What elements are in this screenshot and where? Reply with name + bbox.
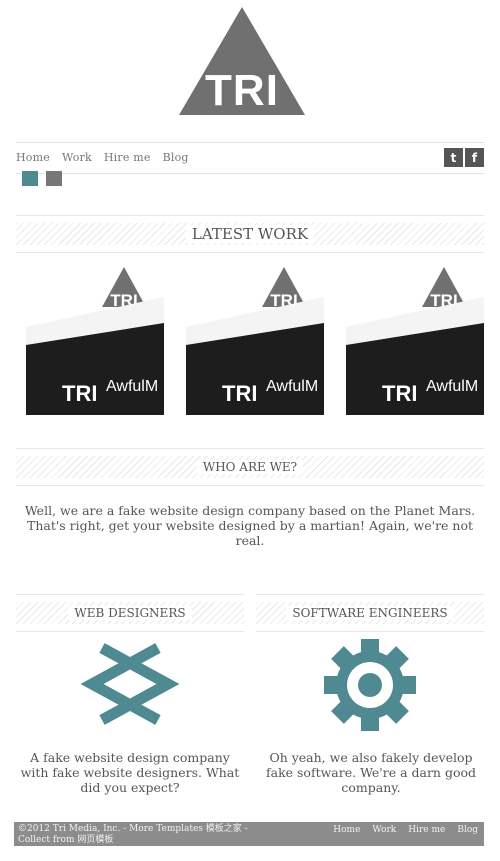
svg-text:AwfulM: AwfulM xyxy=(106,378,158,395)
work-item-2[interactable]: TRI TRI AwfulM xyxy=(186,265,324,415)
nav-blog[interactable]: Blog xyxy=(163,151,189,164)
web-designers-heading: WEB DESIGNERS xyxy=(16,594,244,632)
who-title: WHO ARE WE? xyxy=(196,460,304,474)
site-header: TRI xyxy=(0,0,500,125)
theme-swatch-gray[interactable] xyxy=(46,171,62,186)
work-item-1[interactable]: TRI TRI AwfulM xyxy=(26,265,164,415)
web-designers-title: WEB DESIGNERS xyxy=(68,606,192,620)
nav-work[interactable]: Work xyxy=(62,151,92,164)
software-engineers-text: Oh yeah, we also fakely develop fake sof… xyxy=(265,750,477,795)
who-heading: WHO ARE WE? xyxy=(16,448,484,486)
svg-text:TRI: TRI xyxy=(382,381,417,406)
software-engineers-heading: SOFTWARE ENGINEERS xyxy=(256,594,484,632)
theme-switcher xyxy=(22,171,62,186)
svg-text:AwfulM: AwfulM xyxy=(266,378,318,395)
latest-work-heading: LATEST WORK xyxy=(16,215,484,253)
nav-hire-me[interactable]: Hire me xyxy=(104,151,151,164)
gear-icon xyxy=(323,638,417,736)
nav-home[interactable]: Home xyxy=(16,151,50,164)
footer-nav-home[interactable]: Home xyxy=(333,825,360,835)
logo-text: TRI xyxy=(205,66,279,115)
work-item-3[interactable]: TRI TRI AwfulM xyxy=(346,265,484,415)
web-design-icon xyxy=(78,642,182,730)
svg-text:AwfulM: AwfulM xyxy=(426,378,478,395)
software-engineers-title: SOFTWARE ENGINEERS xyxy=(286,606,454,620)
social-links: t f xyxy=(444,148,484,167)
svg-text:TRI: TRI xyxy=(62,381,97,406)
facebook-icon[interactable]: f xyxy=(465,148,484,167)
footer-nav-blog[interactable]: Blog xyxy=(457,825,478,835)
svg-text:TRI: TRI xyxy=(222,381,257,406)
twitter-icon[interactable]: t xyxy=(444,148,463,167)
footer-nav-hire-me[interactable]: Hire me xyxy=(408,825,445,835)
tri-logo[interactable]: TRI xyxy=(177,5,307,117)
main-nav: Home Work Hire me Blog t f xyxy=(16,142,484,174)
footer-copyright: ©2012 Tri Media, Inc. - More Templates 模… xyxy=(18,824,248,845)
footer-nav-work[interactable]: Work xyxy=(372,825,396,835)
footer-nav: Home Work Hire me Blog xyxy=(333,825,478,835)
web-designers-text: A fake website design company with fake … xyxy=(20,750,240,795)
theme-swatch-teal[interactable] xyxy=(22,171,38,186)
site-footer: ©2012 Tri Media, Inc. - More Templates 模… xyxy=(14,822,484,846)
latest-work-title: LATEST WORK xyxy=(185,225,315,243)
who-text: Well, we are a fake website design compa… xyxy=(24,503,476,548)
